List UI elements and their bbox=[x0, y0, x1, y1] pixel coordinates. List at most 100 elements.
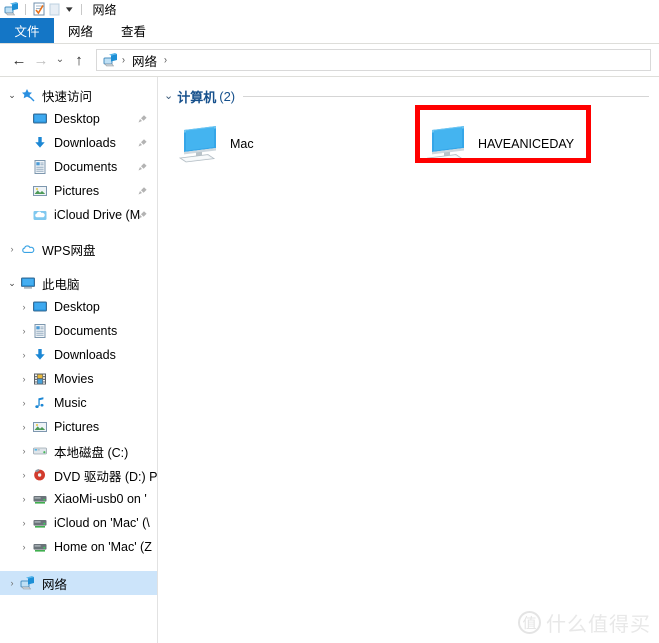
sidebar-label: DVD 驱动器 (D:) P bbox=[54, 469, 157, 484]
group-count: (2) bbox=[219, 88, 236, 104]
group-title: 计算机 bbox=[177, 89, 217, 105]
tab-network[interactable]: 网络 bbox=[54, 18, 107, 43]
computer-icon bbox=[174, 120, 222, 168]
forward-button[interactable]: → bbox=[30, 49, 52, 71]
chevron-right-icon[interactable]: › bbox=[16, 350, 32, 360]
chevron-right-icon[interactable]: › bbox=[16, 398, 32, 408]
sidebar-item-icloud-on-mac[interactable]: › iCloud on 'Mac' (\ bbox=[0, 511, 157, 535]
sidebar-label: Documents bbox=[54, 160, 118, 174]
sidebar-group-this-pc[interactable]: ⌄ 此电脑 bbox=[0, 271, 157, 295]
sidebar-item-music-pc[interactable]: › Music bbox=[0, 391, 157, 415]
list-item-label: Mac bbox=[230, 137, 254, 151]
sidebar-label: XiaoMi-usb0 on ' bbox=[54, 492, 147, 506]
chevron-right-icon[interactable]: › bbox=[16, 326, 32, 336]
tab-file[interactable]: 文件 bbox=[0, 18, 54, 43]
window-title: 网络 bbox=[92, 2, 117, 17]
sidebar-item-downloads-qa[interactable]: › Downloads bbox=[0, 131, 157, 155]
sidebar-item-desktop-qa[interactable]: › Desktop bbox=[0, 107, 157, 131]
tab-view[interactable]: 查看 bbox=[107, 18, 160, 43]
sidebar-item-dvd-drive-d[interactable]: › DVD 驱动器 (D:) P bbox=[0, 463, 157, 487]
sidebar-item-xiaomi-usb0[interactable]: › XiaoMi-usb0 on ' bbox=[0, 487, 157, 511]
pin-icon[interactable] bbox=[137, 160, 149, 172]
list-item-haveaniceday[interactable]: HAVEANICEDAY bbox=[416, 113, 576, 175]
list-item-mac[interactable]: Mac bbox=[168, 113, 328, 175]
chevron-down-icon[interactable]: ⌄ bbox=[164, 90, 173, 102]
chevron-placeholder-icon: › bbox=[16, 187, 32, 196]
pictures-icon bbox=[32, 183, 48, 199]
breadcrumb-network-icon bbox=[103, 52, 119, 68]
desktop-icon bbox=[32, 299, 48, 315]
chevron-right-icon[interactable]: › bbox=[16, 518, 32, 528]
chevron-right-icon[interactable]: › bbox=[16, 542, 32, 552]
sidebar-item-documents-pc[interactable]: › Documents bbox=[0, 319, 157, 343]
music-icon bbox=[32, 395, 48, 411]
chevron-right-icon[interactable]: › bbox=[16, 422, 32, 432]
sidebar-item-home-on-mac[interactable]: › Home on 'Mac' (Z bbox=[0, 535, 157, 559]
chevron-down-icon[interactable]: ⌄ bbox=[4, 90, 20, 100]
properties-icon[interactable] bbox=[31, 1, 47, 17]
sidebar-item-movies-pc[interactable]: › Movies bbox=[0, 367, 157, 391]
sidebar-label: Music bbox=[54, 396, 87, 410]
pin-icon[interactable] bbox=[137, 208, 149, 220]
chevron-right-icon[interactable]: › bbox=[4, 244, 20, 254]
back-button[interactable]: ← bbox=[8, 49, 30, 71]
up-button[interactable]: ↑ bbox=[68, 49, 90, 71]
documents-icon bbox=[32, 159, 48, 175]
sidebar-item-wps-cloud[interactable]: › WPS网盘 bbox=[0, 237, 157, 261]
network-icon bbox=[20, 575, 36, 591]
chevron-placeholder-icon: › bbox=[16, 139, 32, 148]
sidebar-label: Documents bbox=[54, 324, 118, 338]
sidebar-label: Downloads bbox=[54, 348, 116, 362]
sidebar-item-downloads-pc[interactable]: › Downloads bbox=[0, 343, 157, 367]
chevron-right-icon[interactable]: › bbox=[16, 302, 32, 312]
breadcrumb-item-network[interactable]: 网络 bbox=[132, 51, 157, 70]
downloads-icon bbox=[32, 347, 48, 363]
sidebar-label: 快速访问 bbox=[42, 89, 93, 104]
chevron-right-icon[interactable]: › bbox=[16, 470, 32, 480]
network-icon bbox=[4, 1, 20, 17]
breadcrumb[interactable]: › 网络 › bbox=[96, 49, 651, 71]
breadcrumb-separator-2[interactable]: › bbox=[164, 54, 167, 66]
computer-icon bbox=[422, 120, 470, 168]
local-disk-icon bbox=[32, 443, 48, 459]
sidebar-item-network[interactable]: › 网络 bbox=[0, 571, 157, 595]
chevron-down-icon[interactable]: ▾ bbox=[60, 4, 79, 14]
sidebar-group-quick-access[interactable]: ⌄ 快速访问 bbox=[0, 83, 157, 107]
sidebar-item-pictures-qa[interactable]: › Pictures bbox=[0, 179, 157, 203]
chevron-right-icon[interactable]: › bbox=[4, 578, 20, 588]
sidebar-item-pictures-pc[interactable]: › Pictures bbox=[0, 415, 157, 439]
file-list-pane[interactable]: ⌄ 计算机 (2) Mac HAVEANICEDAY 值 什么值得买 bbox=[158, 77, 659, 643]
sidebar-item-local-disk-c[interactable]: › 本地磁盘 (C:) bbox=[0, 439, 157, 463]
computer-tiles: Mac HAVEANICEDAY bbox=[158, 107, 659, 175]
chevron-right-icon[interactable]: › bbox=[16, 374, 32, 384]
titlebar-divider-1 bbox=[25, 3, 26, 15]
sidebar-item-documents-qa[interactable]: › Documents bbox=[0, 155, 157, 179]
chevron-right-icon[interactable]: › bbox=[16, 494, 32, 504]
recent-locations-button[interactable]: ⌄ bbox=[52, 49, 68, 71]
network-drive-icon bbox=[32, 491, 48, 507]
sidebar-item-icloud-drive-qa[interactable]: › iCloud Drive (M bbox=[0, 203, 157, 227]
documents-icon bbox=[32, 323, 48, 339]
watermark-badge: 值 bbox=[518, 611, 541, 634]
pin-icon[interactable] bbox=[137, 112, 149, 124]
group-header-computers[interactable]: ⌄ 计算机 (2) bbox=[158, 85, 659, 107]
navigation-pane[interactable]: ⌄ 快速访问 › Desktop › bbox=[0, 77, 158, 643]
network-drive-icon bbox=[32, 515, 48, 531]
chevron-right-icon[interactable]: › bbox=[16, 446, 32, 456]
sidebar-label: Downloads bbox=[54, 136, 116, 150]
desktop-icon bbox=[32, 111, 48, 127]
pin-icon[interactable] bbox=[137, 184, 149, 196]
chevron-down-icon[interactable]: ⌄ bbox=[4, 278, 20, 288]
cloud-icon bbox=[20, 241, 36, 257]
icloud-drive-icon bbox=[32, 207, 48, 223]
sidebar-item-desktop-pc[interactable]: › Desktop bbox=[0, 295, 157, 319]
tile-gap bbox=[328, 113, 416, 175]
list-item-label: HAVEANICEDAY bbox=[478, 137, 575, 151]
titlebar-divider-2 bbox=[80, 3, 82, 15]
star-pin-icon bbox=[20, 87, 36, 103]
pin-icon[interactable] bbox=[137, 136, 149, 148]
sidebar-label: iCloud on 'Mac' (\ bbox=[54, 516, 150, 530]
sidebar-label: Pictures bbox=[54, 420, 100, 434]
sidebar-label: Desktop bbox=[54, 112, 100, 126]
chevron-placeholder-icon: › bbox=[16, 163, 32, 172]
